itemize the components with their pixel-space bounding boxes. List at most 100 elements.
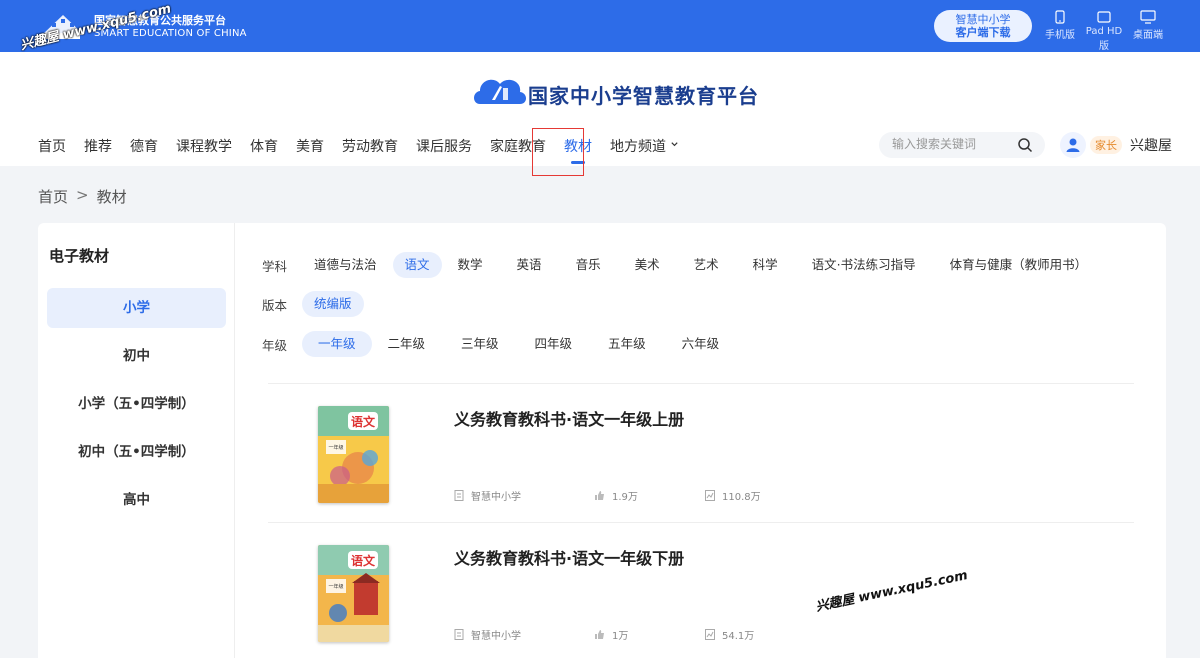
download-line2: 客户端下载 (955, 26, 1011, 39)
subject-label: 学科 (262, 258, 288, 274)
book-source-text: 智慧中小学 (471, 492, 521, 503)
user-menu[interactable]: 家长 兴趣屋 (1060, 132, 1172, 158)
sidebar: 电子教材 小学 初中 小学（五•四学制） 初中（五•四学制） 高中 (38, 223, 235, 658)
search-icon[interactable] (1017, 137, 1033, 153)
subject-chip[interactable]: 道德与法治 (302, 252, 389, 278)
subject-chip[interactable]: 语文·书法练习指导 (800, 252, 928, 278)
nav-local-label: 地方频道 (610, 139, 666, 155)
subject-chip[interactable]: 体育与健康（教师用书） (938, 252, 1100, 278)
search-box[interactable] (879, 132, 1045, 158)
highlight-box (532, 128, 584, 176)
cover-title: 语文 (351, 414, 376, 429)
nav-recommend[interactable]: 推荐 (84, 136, 112, 156)
book-cover-image: 语文 一年级 (318, 545, 389, 642)
device-phone[interactable]: 手机版 (1037, 10, 1083, 41)
subject-chip[interactable]: 科学 (741, 252, 790, 278)
subject-chip[interactable]: 数学 (446, 252, 495, 278)
edition-label: 版本 (262, 297, 288, 313)
subject-chip-active[interactable]: 语文 (392, 252, 442, 278)
grade-chip[interactable]: 六年级 (670, 331, 732, 357)
breadcrumb-separator: > (76, 186, 89, 204)
nav-moral[interactable]: 德育 (130, 136, 158, 156)
views-icon (705, 629, 715, 640)
sidebar-item-senior[interactable]: 高中 (47, 480, 226, 520)
site-logo-icon[interactable] (470, 70, 530, 112)
cover-grade: 一年级 (328, 583, 343, 590)
sidebar-item-junior-54[interactable]: 初中（五•四学制） (47, 432, 226, 472)
subject-chip[interactable]: 美术 (623, 252, 672, 278)
book-likes-count: 1.9万 (612, 492, 638, 503)
grade-chip[interactable]: 五年级 (596, 331, 658, 357)
book-source: 智慧中小学 (454, 488, 521, 503)
breadcrumb-home[interactable]: 首页 (38, 186, 68, 207)
sidebar-item-primary[interactable]: 小学 (47, 288, 226, 328)
client-download-button[interactable]: 智慧中小学 客户端下载 (934, 10, 1032, 42)
book-likes: 1.9万 (594, 488, 638, 503)
grade-chip[interactable]: 二年级 (376, 331, 438, 357)
nav-after-school[interactable]: 课后服务 (416, 136, 472, 156)
subject-chip[interactable]: 艺术 (682, 252, 731, 278)
nav-arts[interactable]: 美育 (296, 136, 324, 156)
book-views-count: 54.1万 (722, 631, 755, 642)
nav-local-channel[interactable]: 地方频道 (610, 136, 679, 156)
document-icon (454, 490, 464, 501)
book-views: 110.8万 (705, 488, 761, 503)
download-line1: 智慧中小学 (955, 13, 1011, 26)
sidebar-item-junior[interactable]: 初中 (47, 336, 226, 376)
main-nav: 首页 推荐 德育 课程教学 体育 美育 劳动教育 课后服务 家庭教育 教材 地方… (38, 136, 697, 164)
edition-filter-row: 版本 统编版 (262, 291, 368, 317)
book-title[interactable]: 义务教育教科书·语文一年级上册 (454, 406, 684, 430)
tablet-icon (1097, 11, 1111, 23)
phone-icon (1055, 10, 1065, 24)
book-source: 智慧中小学 (454, 627, 521, 642)
user-name[interactable]: 兴趣屋 (1130, 135, 1172, 155)
breadcrumb-current: 教材 (96, 188, 127, 206)
device-label: 桌面端 (1133, 30, 1163, 41)
nav-courses[interactable]: 课程教学 (176, 136, 232, 156)
site-title: 国家中小学智慧教育平台 (528, 84, 759, 108)
thumbs-up-icon (595, 630, 604, 639)
book-title[interactable]: 义务教育教科书·语文一年级下册 (454, 545, 684, 569)
desktop-icon (1140, 10, 1156, 24)
book-views: 54.1万 (705, 627, 754, 642)
book-cover[interactable]: 语文 一年级 (318, 545, 389, 642)
book-likes-count: 1万 (612, 631, 629, 642)
device-pad[interactable]: Pad HD版 (1081, 10, 1127, 52)
breadcrumb: 首页 > 教材 (38, 186, 127, 207)
device-desktop[interactable]: 桌面端 (1125, 10, 1171, 41)
cover-title: 语文 (351, 553, 376, 568)
top-bar: 国家智慧教育公共服务平台 SMART EDUCATION OF CHINA 兴趣… (0, 0, 1200, 53)
thumbs-up-icon (595, 491, 604, 500)
book-cover[interactable]: 语文 一年级 (318, 406, 389, 503)
device-label: 手机版 (1045, 30, 1075, 41)
content-card: 电子教材 小学 初中 小学（五•四学制） 初中（五•四学制） 高中 学科 道德与… (38, 223, 1166, 658)
role-badge: 家长 (1090, 136, 1122, 154)
book-likes: 1万 (594, 627, 628, 642)
subject-chip[interactable]: 音乐 (564, 252, 613, 278)
grade-chip[interactable]: 三年级 (449, 331, 511, 357)
book-views-count: 110.8万 (722, 492, 761, 503)
cover-grade: 一年级 (328, 444, 343, 451)
grade-chip-active[interactable]: 一年级 (302, 331, 372, 357)
nav-labor[interactable]: 劳动教育 (342, 136, 398, 156)
device-label: Pad HD版 (1085, 26, 1123, 52)
book-cover-image: 语文 一年级 (318, 406, 389, 503)
sidebar-title: 电子教材 (49, 247, 110, 265)
nav-sports[interactable]: 体育 (250, 136, 278, 156)
edition-chip-active[interactable]: 统编版 (302, 291, 364, 317)
book-item[interactable]: 语文 一年级 义务教育教科书·语文一年级上册 智慧中小学 1.9万 110.8万 (268, 383, 1134, 521)
views-icon (705, 490, 715, 501)
search-input[interactable] (892, 137, 1012, 151)
sidebar-item-primary-54[interactable]: 小学（五•四学制） (47, 384, 226, 424)
avatar[interactable] (1060, 132, 1086, 158)
user-icon (1066, 138, 1080, 152)
book-source-text: 智慧中小学 (471, 631, 521, 642)
grade-label: 年级 (262, 337, 288, 353)
chevron-down-icon (671, 142, 679, 147)
nav-home[interactable]: 首页 (38, 136, 66, 156)
grade-chip[interactable]: 四年级 (523, 331, 585, 357)
grade-filter-row: 年级 一年级 二年级 三年级 四年级 五年级 六年级 (262, 331, 735, 357)
subject-filter-row: 学科 道德与法治 语文 数学 英语 音乐 美术 艺术 科学 语文·书法练习指导 … (262, 252, 1103, 278)
book-item[interactable]: 语文 一年级 义务教育教科书·语文一年级下册 智慧中小学 1万 54.1万 (268, 522, 1134, 658)
subject-chip[interactable]: 英语 (505, 252, 554, 278)
